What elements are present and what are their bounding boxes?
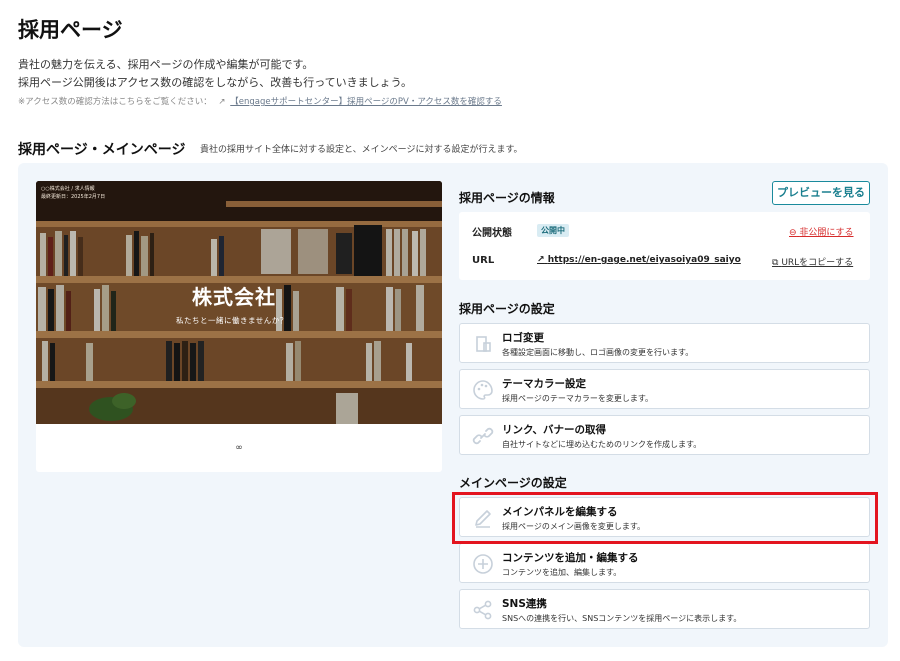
support-center-link[interactable]: 【engageサポートセンター】採用ページのPV・アクセス数を確認する — [230, 97, 502, 107]
card-description: 自社サイトなどに埋め込むためのリンクを作成します。 — [502, 440, 702, 449]
preview-footer-logo: ∞ — [235, 443, 243, 453]
preview-button[interactable]: プレビューを見る — [772, 181, 870, 205]
card-title: テーマカラー設定 — [502, 378, 586, 390]
sns-card[interactable]: SNS連携 SNSへの連携を行い、SNSコンテンツを採用ページに表示します。 — [459, 589, 870, 629]
unpublish-label: 非公開にする — [799, 228, 854, 238]
section-subtitle: 貴社の採用サイト全体に対する設定と、メインページに対する設定が行えます。 — [200, 145, 523, 155]
share-icon — [473, 600, 492, 620]
info-title: 採用ページの情報 — [459, 191, 555, 205]
access-note: ※アクセス数の確認方法はこちらをご覧ください： ↗ 【engageサポートセンタ… — [18, 95, 502, 107]
card-description: 採用ページのテーマカラーを変更します。 — [502, 394, 654, 403]
hero-catchcopy: 私たちと一緒に働きませんか？ — [176, 316, 288, 325]
page-description-1: 貴社の魅力を伝える、採用ページの作成や編集が可能です。 — [18, 58, 314, 71]
page-title: 採用ページ — [18, 18, 123, 42]
settings-title: 採用ページの設定 — [459, 302, 555, 316]
highlight-box — [452, 492, 878, 544]
card-title: ロゴ変更 — [502, 332, 544, 344]
add-content-card[interactable]: コンテンツを追加・編集する コンテンツを追加、編集します。 — [459, 543, 870, 583]
url-link[interactable]: ↗ https://en-gage.net/eiyasoiya09_saiyo — [537, 255, 741, 265]
logo-change-card[interactable]: ロゴ変更 各種設定画面に移動し、ロゴ画像の変更を行います。 — [459, 323, 870, 363]
external-link-icon: ↗ — [537, 255, 545, 265]
card-title: リンク、バナーの取得 — [502, 424, 607, 436]
page-preview: ○○株式会社 / 求人情報 最終更新日：2025年2月7日 株式会社 私たちと一… — [36, 181, 442, 472]
hero-meta-line2: 最終更新日：2025年2月7日 — [41, 194, 106, 200]
card-description: コンテンツを追加、編集します。 — [502, 568, 622, 577]
external-link-icon: ↗ — [218, 97, 226, 107]
copy-url-link[interactable]: ⧉ URLをコピーする — [772, 255, 853, 268]
link-banner-card[interactable]: リンク、バナーの取得 自社サイトなどに埋め込むためのリンクを作成します。 — [459, 415, 870, 455]
card-description: SNSへの連携を行い、SNSコンテンツを採用ページに表示します。 — [502, 614, 742, 623]
page-description-2: 採用ページ公開後はアクセス数の確認をしながら、改善も行っていきましょう。 — [18, 76, 413, 89]
plus-circle-icon — [473, 554, 493, 574]
hero-image: ○○株式会社 / 求人情報 最終更新日：2025年2月7日 株式会社 私たちと一… — [36, 181, 442, 424]
copy-icon: ⧉ — [772, 258, 779, 268]
hero-company-name: 株式会社 — [192, 285, 276, 309]
copy-url-label: URLをコピーする — [781, 258, 854, 268]
access-note-prefix: ※アクセス数の確認方法はこちらをご覧ください： — [18, 97, 212, 107]
logo-icon — [476, 336, 491, 352]
theme-color-card[interactable]: テーマカラー設定 採用ページのテーマカラーを変更します。 — [459, 369, 870, 409]
status-badge: 公開中 — [537, 224, 569, 237]
url-label: URL — [472, 255, 495, 266]
main-settings-title: メインページの設定 — [459, 476, 567, 490]
hero-meta: ○○株式会社 / 求人情報 最終更新日：2025年2月7日 — [41, 185, 105, 201]
card-title: SNS連携 — [502, 598, 547, 610]
status-label: 公開状態 — [472, 228, 512, 239]
hero-meta-line1: ○○株式会社 / 求人情報 — [41, 186, 95, 192]
palette-icon — [473, 380, 493, 400]
info-box: 公開状態 公開中 ⊖ 非公開にする URL ↗ https://en-gage.… — [459, 212, 870, 280]
minus-circle-icon: ⊖ — [789, 228, 797, 238]
unpublish-link[interactable]: ⊖ 非公開にする — [789, 225, 854, 238]
link-icon — [472, 427, 494, 445]
card-description: 各種設定画面に移動し、ロゴ画像の変更を行います。 — [502, 348, 694, 357]
url-text: https://en-gage.net/eiyasoiya09_saiyo — [547, 255, 741, 265]
card-title: コンテンツを追加・編集する — [502, 552, 639, 564]
section-title: 採用ページ・メインページ — [18, 142, 186, 158]
